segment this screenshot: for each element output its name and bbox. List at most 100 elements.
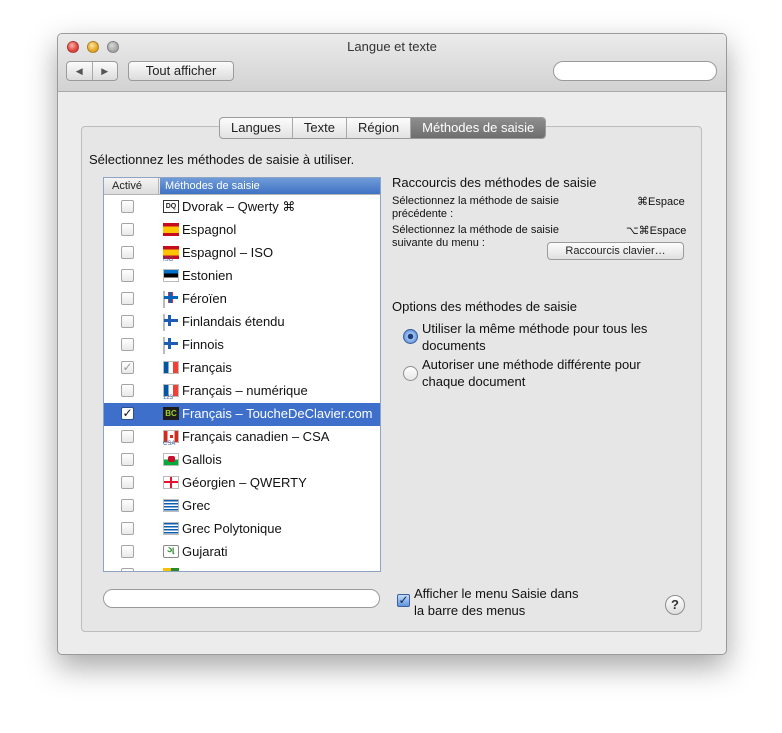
enable-checkbox[interactable] xyxy=(121,545,134,558)
enable-checkbox[interactable]: ✓ xyxy=(121,361,134,374)
radio-same-method[interactable] xyxy=(403,329,418,344)
list-item[interactable]: ISO Espagnol – ISO xyxy=(104,242,380,265)
forward-button[interactable]: ▶ xyxy=(93,62,118,80)
shortcuts-title: Raccourcis des méthodes de saisie xyxy=(392,175,597,190)
help-button[interactable]: ? xyxy=(665,595,685,615)
same-method-label[interactable]: Utiliser la même méthode pour tous les xyxy=(422,321,647,336)
show-input-menu-label-line2[interactable]: la barre des menus xyxy=(414,603,525,618)
window-title: Langue et texte xyxy=(347,39,437,54)
options-title: Options des méthodes de saisie xyxy=(392,299,577,314)
enable-checkbox[interactable] xyxy=(121,269,134,282)
enable-checkbox[interactable] xyxy=(121,200,134,213)
flag-faroe-icon xyxy=(163,291,165,308)
tab-region[interactable]: Région xyxy=(347,118,412,138)
different-method-label-line2[interactable]: chaque document xyxy=(422,374,525,389)
enable-checkbox[interactable] xyxy=(121,568,134,571)
instruction-label: Sélectionnez les méthodes de saisie à ut… xyxy=(89,152,355,167)
previous-shortcut-label-line2: précédente : xyxy=(392,208,454,220)
flag-finland-icon xyxy=(163,337,165,354)
back-button[interactable]: ◀ xyxy=(67,62,93,80)
enable-checkbox[interactable] xyxy=(121,292,134,305)
show-all-button[interactable]: Tout afficher xyxy=(128,61,234,81)
method-label: Espagnol – ISO xyxy=(182,245,274,260)
preferences-window: Langue et texte ◀ ▶ Tout afficher Langue… xyxy=(57,33,727,655)
list-item[interactable]: Gallois xyxy=(104,449,380,472)
flag-subscript: ISO xyxy=(163,257,174,263)
list-search-input[interactable] xyxy=(103,589,380,608)
method-label: Espagnol xyxy=(182,222,237,237)
enable-checkbox[interactable] xyxy=(121,315,134,328)
radio-different-method[interactable] xyxy=(403,366,418,381)
next-shortcut-label: Sélectionnez la méthode de saisie xyxy=(392,224,559,236)
method-label: Grec Polytonique xyxy=(182,521,282,536)
list-item[interactable]: Féroïen xyxy=(104,288,380,311)
list-item[interactable]: DQ Dvorak – Qwerty ⌘ xyxy=(104,196,380,219)
method-label: Français – numérique xyxy=(182,383,308,398)
touchedeclavier-icon: BC xyxy=(163,407,179,420)
enable-checkbox[interactable] xyxy=(121,453,134,466)
enable-checkbox[interactable] xyxy=(121,223,134,236)
enable-checkbox[interactable] xyxy=(121,430,134,443)
enable-checkbox[interactable]: ✓ xyxy=(121,407,134,420)
same-method-label-line2[interactable]: documents xyxy=(422,338,486,353)
enable-checkbox[interactable] xyxy=(121,499,134,512)
list-item[interactable]: Estonien xyxy=(104,265,380,288)
next-shortcut-key: ⌥⌘Espace xyxy=(626,225,687,237)
previous-shortcut-key: ⌘Espace xyxy=(637,196,685,208)
keyboard-shortcuts-button[interactable]: Raccourcis clavier… xyxy=(547,242,684,260)
tab-langues[interactable]: Langues xyxy=(220,118,293,138)
method-label: Grec xyxy=(182,498,211,513)
flag-georgia-icon xyxy=(163,476,179,489)
method-label: Français canadien – CSA xyxy=(182,429,330,444)
list-item[interactable]: Grec Polytonique xyxy=(104,518,380,541)
list-item[interactable]: 123 Français – numérique xyxy=(104,380,380,403)
flag-greece-polytonic-icon xyxy=(163,522,179,535)
partial-row-icon xyxy=(163,568,179,571)
list-item-selected[interactable]: ✓ BC Français – ToucheDeClavier.com xyxy=(104,403,380,426)
enable-checkbox[interactable] xyxy=(121,476,134,489)
list-item[interactable]: Espagnol xyxy=(104,219,380,242)
flag-finland-extended-icon xyxy=(163,314,165,331)
method-label: Féroïen xyxy=(182,291,227,306)
list-rows: DQ Dvorak – Qwerty ⌘ Espagnol ISO Espagn… xyxy=(104,196,380,571)
column-header-methods[interactable]: Méthodes de saisie xyxy=(160,178,380,194)
different-method-label[interactable]: Autoriser une méthode différente pour xyxy=(422,357,641,372)
enable-checkbox[interactable] xyxy=(121,246,134,259)
method-label: Français – ToucheDeClavier.com xyxy=(182,406,373,421)
list-item[interactable]: Finlandais étendu xyxy=(104,311,380,334)
method-label: Français xyxy=(182,360,232,375)
enable-checkbox[interactable] xyxy=(121,522,134,535)
list-item[interactable]: Géorgien – QWERTY xyxy=(104,472,380,495)
enable-checkbox[interactable] xyxy=(121,338,134,351)
show-input-menu-label[interactable]: Afficher le menu Saisie dans xyxy=(414,586,579,601)
tab-texte[interactable]: Texte xyxy=(293,118,347,138)
tab-bar: Langues Texte Région Méthodes de saisie xyxy=(219,117,547,139)
column-header-active[interactable]: Activé xyxy=(104,178,159,194)
list-item[interactable]: ગ Gujarati xyxy=(104,541,380,564)
flag-greece-icon xyxy=(163,499,179,512)
dvorak-icon: DQ xyxy=(163,200,179,213)
list-header: Activé Méthodes de saisie xyxy=(104,178,380,195)
list-item[interactable]: ✓ Français xyxy=(104,357,380,380)
method-label: Finnois xyxy=(182,337,224,352)
navigation-buttons: ◀ ▶ xyxy=(66,61,118,81)
previous-shortcut-label: Sélectionnez la méthode de saisie xyxy=(392,195,559,207)
input-methods-list[interactable]: Activé Méthodes de saisie DQ Dvorak – Qw… xyxy=(103,177,381,572)
next-shortcut-label-line2: suivante du menu : xyxy=(392,237,485,249)
preferences-search-input[interactable] xyxy=(553,61,717,81)
enable-checkbox[interactable] xyxy=(121,384,134,397)
flag-subscript: 123 xyxy=(163,395,174,401)
list-item[interactable]: Finnois xyxy=(104,334,380,357)
method-label: Finlandais étendu xyxy=(182,314,285,329)
method-label: Géorgien – QWERTY xyxy=(182,475,307,490)
list-item[interactable]: CSA Français canadien – CSA xyxy=(104,426,380,449)
show-input-menu-checkbox[interactable]: ✓ xyxy=(397,594,410,607)
method-label: Gujarati xyxy=(182,544,228,559)
tab-methodes-de-saisie[interactable]: Méthodes de saisie xyxy=(411,118,546,138)
flag-france-icon xyxy=(163,361,179,374)
list-item[interactable] xyxy=(104,564,380,571)
flag-subscript: CSA xyxy=(163,441,176,447)
list-item[interactable]: Grec xyxy=(104,495,380,518)
method-label: Gallois xyxy=(182,452,222,467)
gujarati-icon: ગ xyxy=(163,545,179,558)
